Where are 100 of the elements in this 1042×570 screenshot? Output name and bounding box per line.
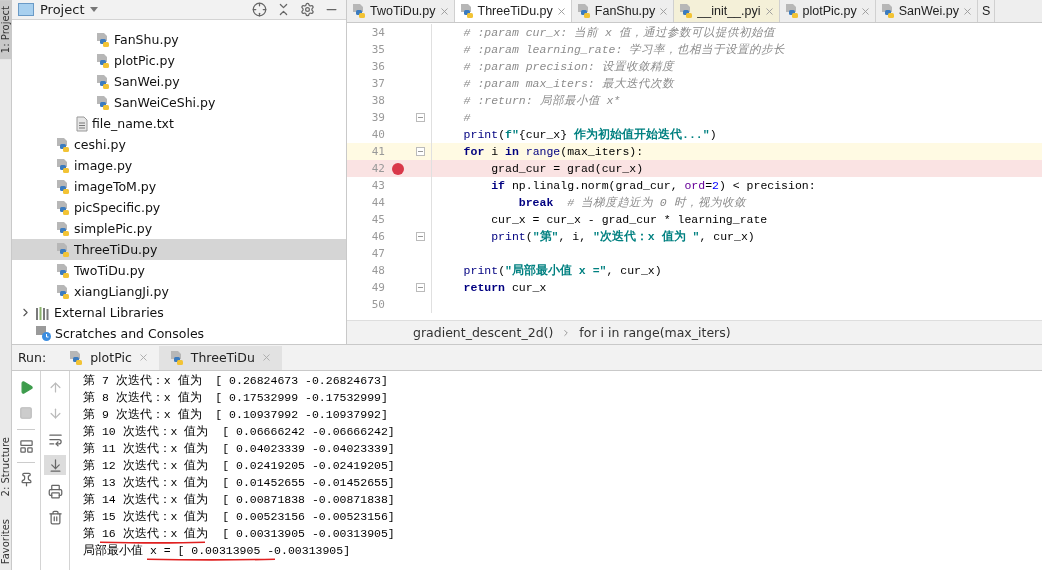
python-file-icon [678,3,695,19]
code-line: # [462,111,471,124]
library-icon [35,305,51,320]
settings-icon[interactable] [299,2,315,17]
code-line: break # 当梯度趋近为 0 时，视为收敛 [517,195,746,210]
console-line: 第 9 次迭代：x 值为 [ 0.10937992 -0.10937992] [83,408,388,422]
line-number: 40 [370,128,386,141]
tree-item[interactable]: External Libraries [12,302,346,323]
python-file-icon [55,199,71,216]
line-number: 48 [370,264,386,277]
line-number: 39 [370,111,386,124]
line-number: 49 [370,281,386,294]
soft-wrap-icon[interactable] [47,431,63,447]
scratch-console-icon [35,325,52,342]
run-tab[interactable]: ThreeTiDu [158,345,282,370]
console-line: 第 11 次迭代：x 值为 [ 0.04023339 -0.04023339] [83,442,395,456]
close-icon[interactable] [763,5,775,17]
python-file-icon [55,178,71,195]
console-line: 第 13 次迭代：x 值为 [ 0.01452655 -0.01452655] [83,476,395,490]
python-file-icon [168,349,185,366]
line-number: 42 [370,162,386,175]
console-line: 局部最小值 x = [ 0.00313905 -0.00313905] [83,544,351,558]
close-icon[interactable] [438,5,450,17]
tree-item[interactable]: file_name.txt [12,113,346,134]
code-line: print(f"{cur_x} 作为初始值开始迭代...") [462,127,717,142]
python-file-icon [55,220,71,237]
python-file-icon [351,3,367,19]
python-file-icon [575,3,592,19]
tree-item[interactable]: picSpecific.py [12,197,346,218]
tree-item[interactable]: image.py [12,155,346,176]
side-tab[interactable]: Favorites [0,512,11,570]
python-file-icon [55,136,71,153]
python-file-icon [95,31,111,48]
breadcrumb[interactable]: gradient_descent_2d() [413,325,554,340]
text-file-icon [75,115,89,132]
close-icon[interactable] [260,352,272,363]
pin-icon[interactable] [18,471,34,487]
trash-icon[interactable] [47,509,63,525]
tree-item[interactable]: Scratches and Consoles [12,323,346,344]
run-tab[interactable]: plotPic [58,345,159,370]
down-arrow-icon[interactable] [47,405,63,421]
python-file-icon [68,349,85,366]
code-line: if np.linalg.norm(grad_cur, ord=2) < precision: [490,179,816,192]
code-line: # :param max_iters: 最大迭代次数 [462,76,674,91]
tree-item[interactable]: plotPic.py [12,50,346,71]
tree-item[interactable]: ThreeTiDu.py [12,239,346,260]
side-tab[interactable]: 1: Project [0,0,11,60]
python-file-icon [95,73,111,90]
layout-icon[interactable] [18,438,34,454]
close-icon[interactable] [658,5,670,17]
close-icon[interactable] [555,5,567,17]
line-number: 45 [370,213,386,226]
breakpoint-icon[interactable] [392,162,404,175]
close-icon[interactable] [859,5,871,17]
side-tab[interactable]: 2: Structure [0,431,11,503]
tree-item[interactable]: SanWei.py [12,71,346,92]
tree-item[interactable]: xiangLiangJi.py [12,281,346,302]
editor-tab[interactable]: __init__.pyi [674,0,780,22]
code-line: # :param learning_rate: 学习率，也相当于设置的步长 [462,42,786,57]
dropdown-caret-icon[interactable] [90,7,99,12]
python-file-icon [55,241,71,258]
code-line: cur_x = cur_x - grad_cur * learning_rate [490,213,768,226]
tree-item[interactable]: FanShu.py [12,29,346,50]
tree-item[interactable]: imageToM.py [12,176,346,197]
python-file-icon [55,262,71,279]
python-file-icon [55,283,71,300]
fold-marker-icon[interactable] [415,232,425,241]
tree-item[interactable]: SanWeiCeShi.py [12,92,346,113]
fold-marker-icon[interactable] [415,283,425,292]
stop-icon[interactable] [19,406,33,420]
fold-marker-icon[interactable] [415,147,425,156]
editor-tab[interactable]: ThreeTiDu.py [454,0,572,22]
locate-icon[interactable] [251,2,267,17]
console-line: 第 14 次迭代：x 值为 [ 0.00871838 -0.00871838] [83,493,395,507]
panel-title[interactable]: Project [40,2,85,17]
run-icon[interactable] [18,379,34,395]
python-file-icon [95,94,111,111]
python-file-icon [783,3,800,19]
code-line: # :return: 局部最小值 x* [462,93,621,108]
close-icon[interactable] [137,352,149,363]
tree-item[interactable]: TwoTiDu.py [12,260,346,281]
python-file-icon [95,52,111,69]
line-number: 47 [370,247,386,260]
line-number: 34 [370,26,386,39]
code-line: print("第", i, "次迭代：x 值为 ", cur_x) [490,229,755,244]
line-number: 50 [370,298,386,311]
line-number: 35 [370,43,386,56]
fold-marker-icon[interactable] [415,113,425,122]
line-number: 37 [370,77,386,90]
console-line: 第 7 次迭代：x 值为 [ 0.26824673 -0.26824673] [83,374,388,388]
python-file-icon [458,3,475,19]
run-label: Run: [18,350,47,365]
print-icon[interactable] [47,483,63,499]
tree-item[interactable]: simplePic.py [12,218,346,239]
close-icon[interactable] [961,5,973,17]
line-number: 38 [370,94,386,107]
line-number: 46 [370,230,386,243]
tree-item[interactable]: ceshi.py [12,134,346,155]
breadcrumb[interactable]: for i in range(max_iters) [579,325,731,340]
python-file-icon [879,3,896,19]
